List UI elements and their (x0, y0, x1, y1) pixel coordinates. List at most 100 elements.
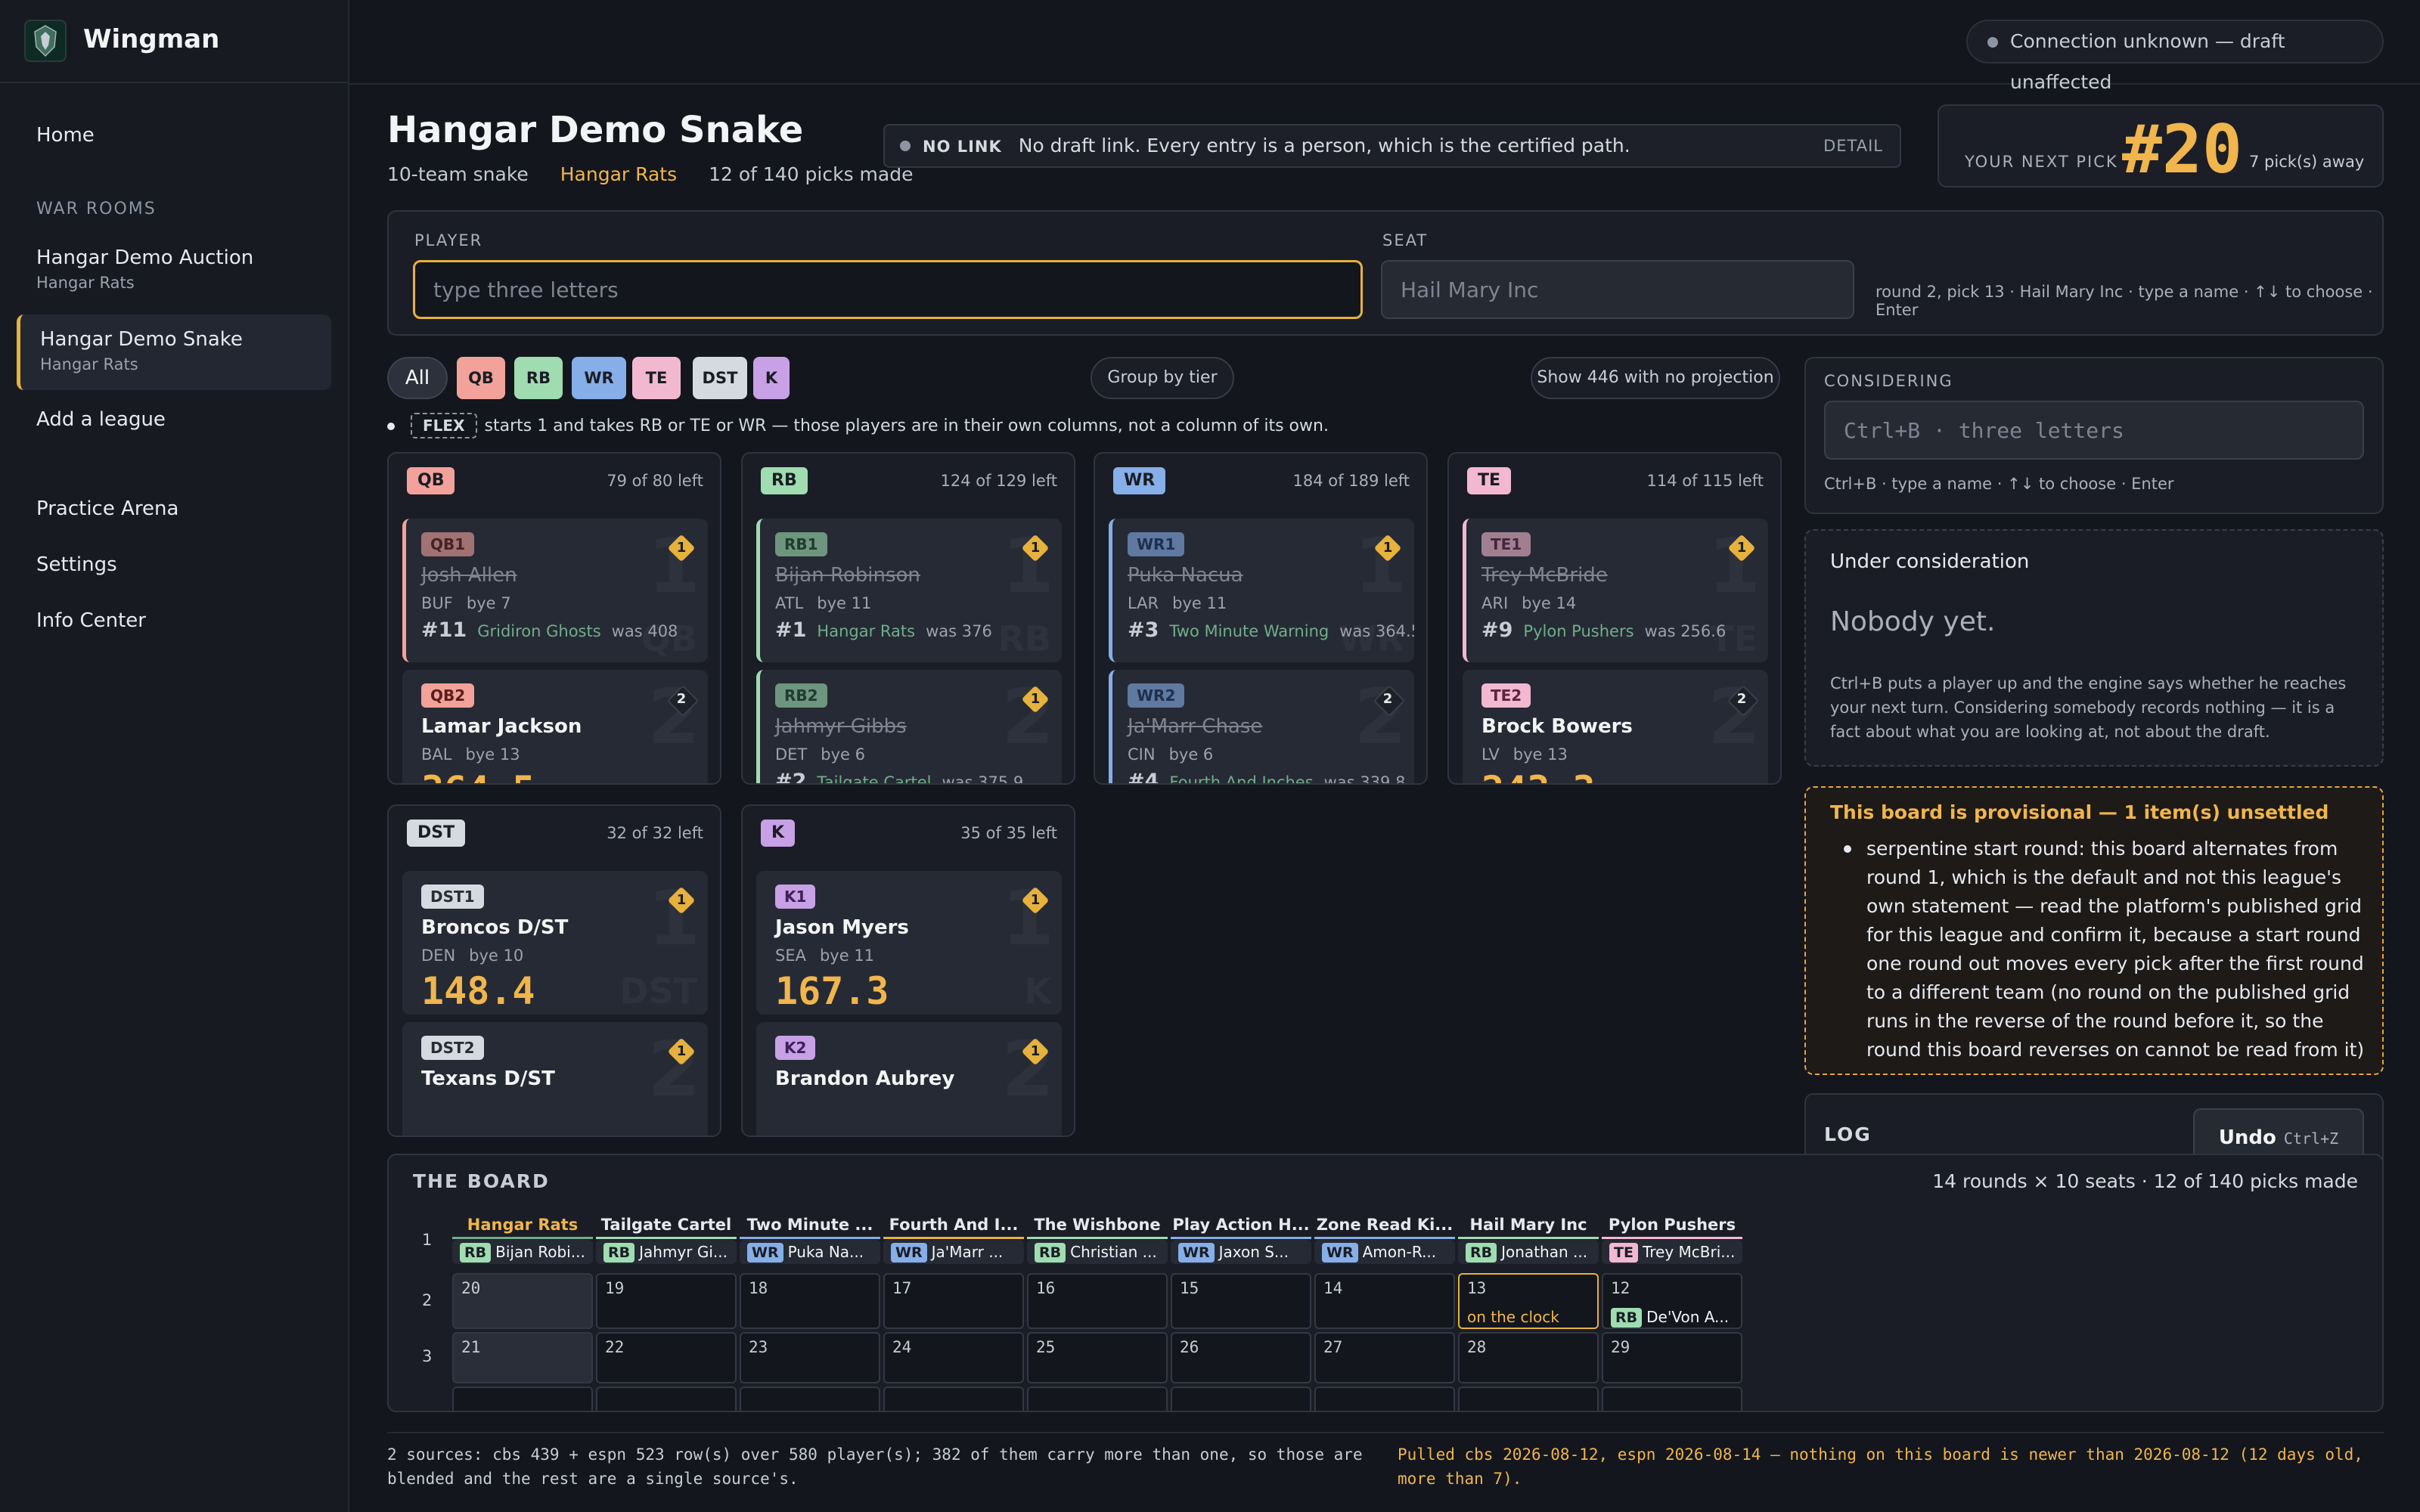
tier-diamond-icon: 1 (667, 1037, 696, 1066)
board-cell-player: WR Amon-R... (1322, 1243, 1449, 1263)
board-cell[interactable]: 29 (1602, 1332, 1742, 1383)
board-cell[interactable] (883, 1387, 1024, 1411)
filter-chip-rb[interactable]: RB (514, 357, 563, 399)
board-cell[interactable] (596, 1387, 737, 1411)
player-card[interactable]: 2 DST2 1 Texans D/ST (402, 1022, 708, 1136)
player-input[interactable] (413, 260, 1363, 319)
player-card[interactable]: 2QB22Lamar JacksonBALbye 13364.5 (402, 670, 708, 783)
nav-settings[interactable]: Settings (17, 549, 331, 581)
board-cell[interactable]: 25 (1027, 1332, 1168, 1383)
board-cell[interactable]: 12 RB De'Von A... (1602, 1273, 1742, 1329)
position-column-dst: DST 32 of 32 left 1 DST DST1 1 Broncos D/ST DEN… (387, 804, 721, 1137)
board-cell[interactable]: WR Jaxon S... (1171, 1240, 1311, 1264)
board-cell[interactable] (452, 1387, 593, 1411)
seat-input[interactable] (1381, 260, 1854, 319)
player-team-bye: DEN bye 10 (421, 947, 523, 965)
player-card[interactable]: 2TE22Brock BowersLVbye 13243.3 (1463, 670, 1768, 783)
board-cell[interactable]: TE Trey McBri... (1602, 1240, 1742, 1264)
board-cell[interactable]: WR Amon-R... (1314, 1240, 1455, 1264)
draft-format: 10-team snake (387, 163, 529, 185)
player-bye: bye 14 (1522, 594, 1577, 612)
board-cell[interactable]: 28 (1458, 1332, 1599, 1383)
detail-button[interactable]: DETAIL (1823, 125, 1883, 166)
player-card[interactable]: 1KK11Jason MyersSEAbye 11167.33 tier-1 K… (756, 871, 1062, 1015)
considering-input[interactable] (1824, 401, 2364, 460)
pick-info: #1 Hangar Rats was 376 (775, 618, 992, 642)
nav-add-league[interactable]: Add a league (17, 404, 331, 435)
picked-by-team: Fourth And Inches (1169, 773, 1314, 785)
was-projection: was 339.8 (1323, 773, 1406, 785)
board-cell[interactable]: 13 on the clock (1458, 1273, 1599, 1329)
board-cell[interactable] (1314, 1387, 1455, 1411)
player-team-bye: LAR bye 11 (1128, 594, 1227, 612)
connection-status[interactable]: Connection unknown — draft unaffected (1966, 20, 2384, 93)
board-cell[interactable]: RB Jonathan ... (1458, 1240, 1599, 1264)
board-round-number: 1 (422, 1231, 433, 1249)
nav-room-snake[interactable]: Hangar Demo Snake Hangar Rats (17, 314, 331, 390)
board-cell[interactable]: RB Bijan Robi... (452, 1240, 593, 1264)
filter-all[interactable]: All (387, 357, 448, 399)
board-pick-number: 20 (461, 1279, 481, 1297)
board-cell[interactable] (1602, 1387, 1742, 1411)
board-team-header: Tailgate Cartel (600, 1216, 732, 1234)
filter-chip-dst[interactable]: DST (693, 357, 747, 399)
board-cell[interactable] (740, 1387, 880, 1411)
board-cell[interactable]: 19 (596, 1273, 737, 1329)
board-pick-number: 28 (1467, 1338, 1487, 1356)
picked-by-team: Pylon Pushers (1523, 622, 1634, 640)
board-cell[interactable] (1027, 1387, 1168, 1411)
board-cell[interactable]: RB Christian ... (1027, 1240, 1168, 1264)
board-cell[interactable]: 20 (452, 1273, 593, 1329)
player-name: Jahmyr Gibbs (775, 715, 907, 738)
tier-badge: TE1 (1481, 532, 1531, 556)
nav-info-center[interactable]: Info Center (17, 605, 331, 637)
player-card[interactable]: 2 WR2 2 Ja'Marr Chase CIN bye 6 #4 Fourth And I… (1109, 670, 1414, 785)
board-cell[interactable]: 17 (883, 1273, 1024, 1329)
player-card[interactable]: 1 RB RB1 1 Bijan Robinson ATL bye 11 #1 Hangar R… (756, 519, 1062, 662)
board-cell-pos: RB (1466, 1243, 1497, 1263)
filter-chip-k[interactable]: K (753, 357, 790, 399)
filter-chip-wr[interactable]: WR (572, 357, 626, 399)
player-card[interactable]: 1 WR WR1 1 Puka Nacua LAR bye 11 #3 Two Minute W… (1109, 519, 1414, 662)
player-bye: bye 6 (1168, 745, 1214, 764)
sidebar (0, 0, 349, 1512)
board-cell[interactable]: WR Puka Na... (740, 1240, 880, 1264)
player-card[interactable]: 2 RB2 1 Jahmyr Gibbs DET bye 6 #2 Tailgate Cart… (756, 670, 1062, 783)
board-cell[interactable]: WR Ja'Marr ... (883, 1240, 1024, 1264)
player-team-bye: SEA bye 11 (775, 947, 874, 965)
nav-room-auction[interactable]: Hangar Demo Auction Hangar Rats (17, 237, 331, 304)
tier-diamond-number: 2 (676, 691, 687, 707)
board-cell[interactable]: 22 (596, 1332, 737, 1383)
board-cell[interactable] (1171, 1387, 1311, 1411)
board-cell[interactable]: 15 (1171, 1273, 1311, 1329)
player-card[interactable]: 1 QB QB1 1 Josh Allen BUF bye 7 #11 Gridiron Gho… (402, 519, 708, 662)
board-cell[interactable]: 18 (740, 1273, 880, 1329)
filter-chip-te[interactable]: TE (632, 357, 681, 399)
board-cell-name: Jonathan ... (1501, 1243, 1588, 1261)
nav-practice-arena[interactable]: Practice Arena (17, 493, 331, 525)
player-bye: bye 13 (1512, 745, 1568, 764)
player-card[interactable]: 1DSTDST11Broncos D/STDENbye 10148.43 tie… (402, 871, 708, 1015)
player-card[interactable]: 2 K2 1 Brandon Aubrey (756, 1022, 1062, 1136)
player-name: Broncos D/ST (421, 916, 569, 939)
player-bye: bye 10 (469, 947, 524, 965)
player-team: CIN (1128, 745, 1156, 764)
projection-value: 364.5 (421, 768, 535, 783)
nav-home[interactable]: Home (17, 119, 331, 151)
board-cell[interactable]: 24 (883, 1332, 1024, 1383)
board-cell[interactable] (1458, 1387, 1599, 1411)
show-unprojected-button[interactable]: Show 446 with no projection (1531, 357, 1780, 399)
filter-chip-qb[interactable]: QB (457, 357, 505, 399)
board-cell[interactable]: 23 (740, 1332, 880, 1383)
board-cell[interactable]: 21 (452, 1332, 593, 1383)
board-cell[interactable]: 27 (1314, 1332, 1455, 1383)
player-card[interactable]: 1 TE TE1 1 Trey McBride ARI bye 14 #9 Pylon Push… (1463, 519, 1768, 662)
group-by-tier-button[interactable]: Group by tier (1091, 357, 1234, 399)
board-cell[interactable]: 16 (1027, 1273, 1168, 1329)
player-team: DET (775, 745, 808, 764)
board-cell[interactable]: RB Jahmyr Gi... (596, 1240, 737, 1264)
board-cell-player: RB Christian ... (1035, 1243, 1162, 1263)
board-cell[interactable]: 26 (1171, 1332, 1311, 1383)
column-remaining: 35 of 35 left (960, 824, 1057, 842)
board-cell[interactable]: 14 (1314, 1273, 1455, 1329)
